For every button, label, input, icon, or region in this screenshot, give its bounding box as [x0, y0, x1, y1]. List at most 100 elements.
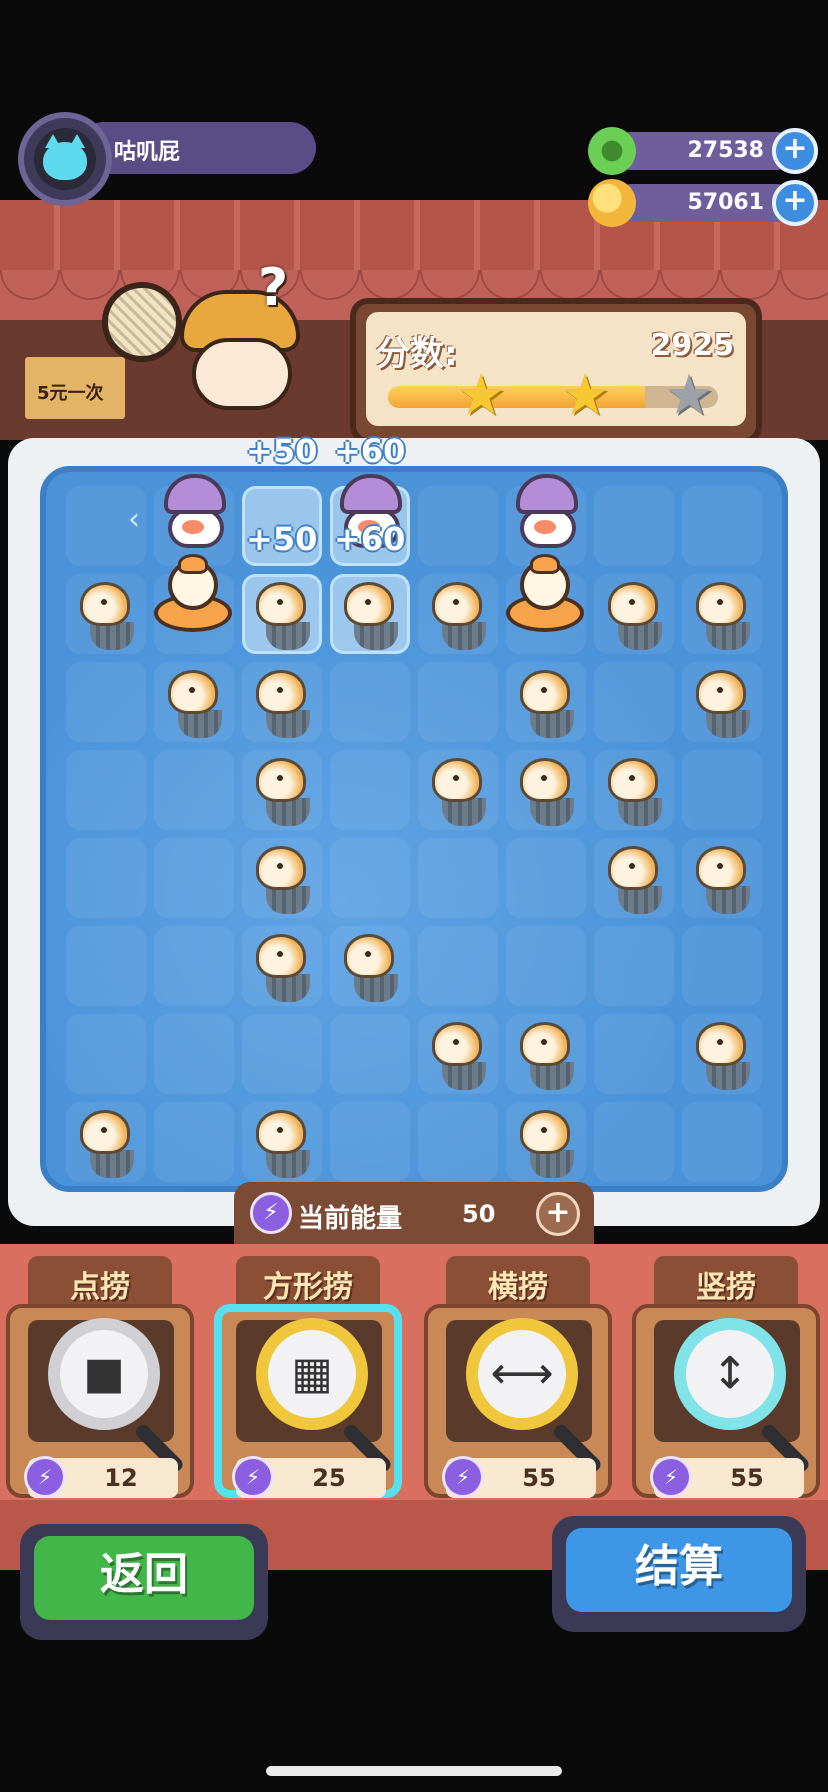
board-cell[interactable] [682, 926, 762, 1006]
tool-name: 竖捞 [696, 1270, 756, 1305]
board-cell[interactable] [594, 662, 674, 742]
jellyfish-icon [418, 1014, 498, 1094]
jellyfish-icon [682, 662, 762, 742]
board-cell[interactable] [154, 926, 234, 1006]
board-cell[interactable] [418, 1102, 498, 1182]
board-cell[interactable] [330, 750, 410, 830]
price-sign: 5元一次 [20, 352, 130, 424]
score-popup: +50 [246, 432, 318, 470]
board-cell[interactable] [594, 1102, 674, 1182]
board-cell[interactable] [330, 662, 410, 742]
board-cell[interactable] [506, 838, 586, 918]
star-icon: ★ [456, 363, 507, 428]
cat-avatar-icon [34, 128, 96, 190]
board-cell[interactable] [594, 926, 674, 1006]
vertical-arrows-icon: ↕ [711, 1348, 749, 1399]
energy-value: 50 [462, 1200, 496, 1228]
board-cell[interactable] [330, 1014, 410, 1094]
jellyfish-icon [242, 574, 322, 654]
player-profile[interactable]: 咕叽屁 [18, 112, 316, 206]
board-cell[interactable] [594, 486, 674, 566]
add-gems-button[interactable]: + [772, 128, 818, 174]
board-cell[interactable] [242, 1014, 322, 1094]
board-cell[interactable] [330, 838, 410, 918]
score-popup: +60 [334, 520, 406, 558]
board-cell[interactable] [594, 1014, 674, 1094]
square-icon: ■ [83, 1348, 125, 1399]
game-board [40, 466, 788, 1192]
tool-point-scoop[interactable]: 点捞 ■ ⚡ 12 [6, 1256, 194, 1518]
board-cell[interactable] [418, 926, 498, 1006]
lightning-icon: ⚡ [442, 1456, 484, 1498]
board-cell[interactable] [66, 662, 146, 742]
score-popup: +60 [334, 432, 406, 470]
jellyfish-icon [682, 838, 762, 918]
lightning-icon: ⚡ [650, 1456, 692, 1498]
swim-ring-duck-icon [502, 554, 588, 640]
jellyfish-icon [330, 574, 410, 654]
score-popup: +50 [246, 520, 318, 558]
fishing-net-icon [102, 282, 182, 362]
board-cell[interactable] [66, 926, 146, 1006]
add-coins-button[interactable]: + [772, 180, 818, 226]
coin-counter: 57061 + [588, 179, 818, 227]
magnifier-icon: ↕ [674, 1318, 786, 1430]
otter-shopkeeper [102, 260, 320, 440]
score-value: 2925 [650, 328, 735, 363]
jellyfish-icon [242, 926, 322, 1006]
board-cell[interactable] [66, 750, 146, 830]
player-name: 咕叽屁 [114, 140, 181, 165]
jellyfish-icon [154, 662, 234, 742]
lightning-icon: ⚡ [232, 1456, 274, 1498]
tool-cost: ⚡ 12 [24, 1456, 178, 1498]
gem-count: 27538 [687, 138, 764, 163]
board-cell[interactable] [682, 1102, 762, 1182]
question-mark-icon: ? [258, 258, 289, 318]
jellyfish-icon [418, 750, 498, 830]
board-cell[interactable] [66, 838, 146, 918]
board-grid [66, 474, 770, 1186]
settle-button[interactable]: 结算 [552, 1516, 806, 1632]
board-cell[interactable] [682, 750, 762, 830]
back-button-label: 返回 [100, 1549, 188, 1600]
tool-square-scoop[interactable]: 方形捞 ▦ ⚡ 25 [214, 1256, 402, 1518]
tool-cost: ⚡ 55 [650, 1456, 804, 1498]
magnifier-icon: ■ [48, 1318, 160, 1430]
board-cell[interactable] [682, 486, 762, 566]
swim-ring-duck-icon [150, 554, 236, 640]
tool-name: 方形捞 [263, 1270, 353, 1305]
tool-vertical-scoop[interactable]: 竖捞 ↕ ⚡ 55 [632, 1256, 820, 1518]
board-cell[interactable] [154, 1014, 234, 1094]
tool-cost-value: 25 [312, 1464, 346, 1492]
board-cell[interactable] [506, 926, 586, 1006]
board-cell[interactable] [154, 750, 234, 830]
jellyfish-icon [506, 1102, 586, 1182]
helmet-bird-icon [504, 472, 588, 556]
jellyfish-icon [66, 574, 146, 654]
back-button[interactable]: 返回 [20, 1524, 268, 1640]
avatar[interactable] [18, 112, 112, 206]
lightning-icon: ⚡ [250, 1192, 292, 1234]
jellyfish-icon [506, 662, 586, 742]
board-cell[interactable] [418, 662, 498, 742]
board-cell[interactable] [418, 486, 498, 566]
star-icon: ★ [664, 363, 715, 428]
board-cell[interactable] [418, 838, 498, 918]
tool-cost-value: 55 [730, 1464, 764, 1492]
tool-horizontal-scoop[interactable]: 横捞 ⟷ ⚡ 55 [424, 1256, 612, 1518]
jellyfish-icon [594, 838, 674, 918]
board-cell[interactable] [154, 838, 234, 918]
add-energy-button[interactable]: + [536, 1192, 580, 1236]
board-cell[interactable] [66, 1014, 146, 1094]
home-indicator[interactable] [266, 1766, 562, 1776]
jellyfish-icon [330, 926, 410, 1006]
helmet-bird-icon [152, 472, 236, 556]
price-sign-text: 5元一次 [37, 383, 104, 404]
magnifier-icon: ▦ [256, 1318, 368, 1430]
board-cell[interactable] [330, 1102, 410, 1182]
tool-name: 横捞 [488, 1270, 548, 1305]
gold-coin-icon [588, 179, 636, 227]
settle-button-label: 结算 [635, 1541, 723, 1592]
jellyfish-icon [242, 662, 322, 742]
board-cell[interactable] [154, 1102, 234, 1182]
